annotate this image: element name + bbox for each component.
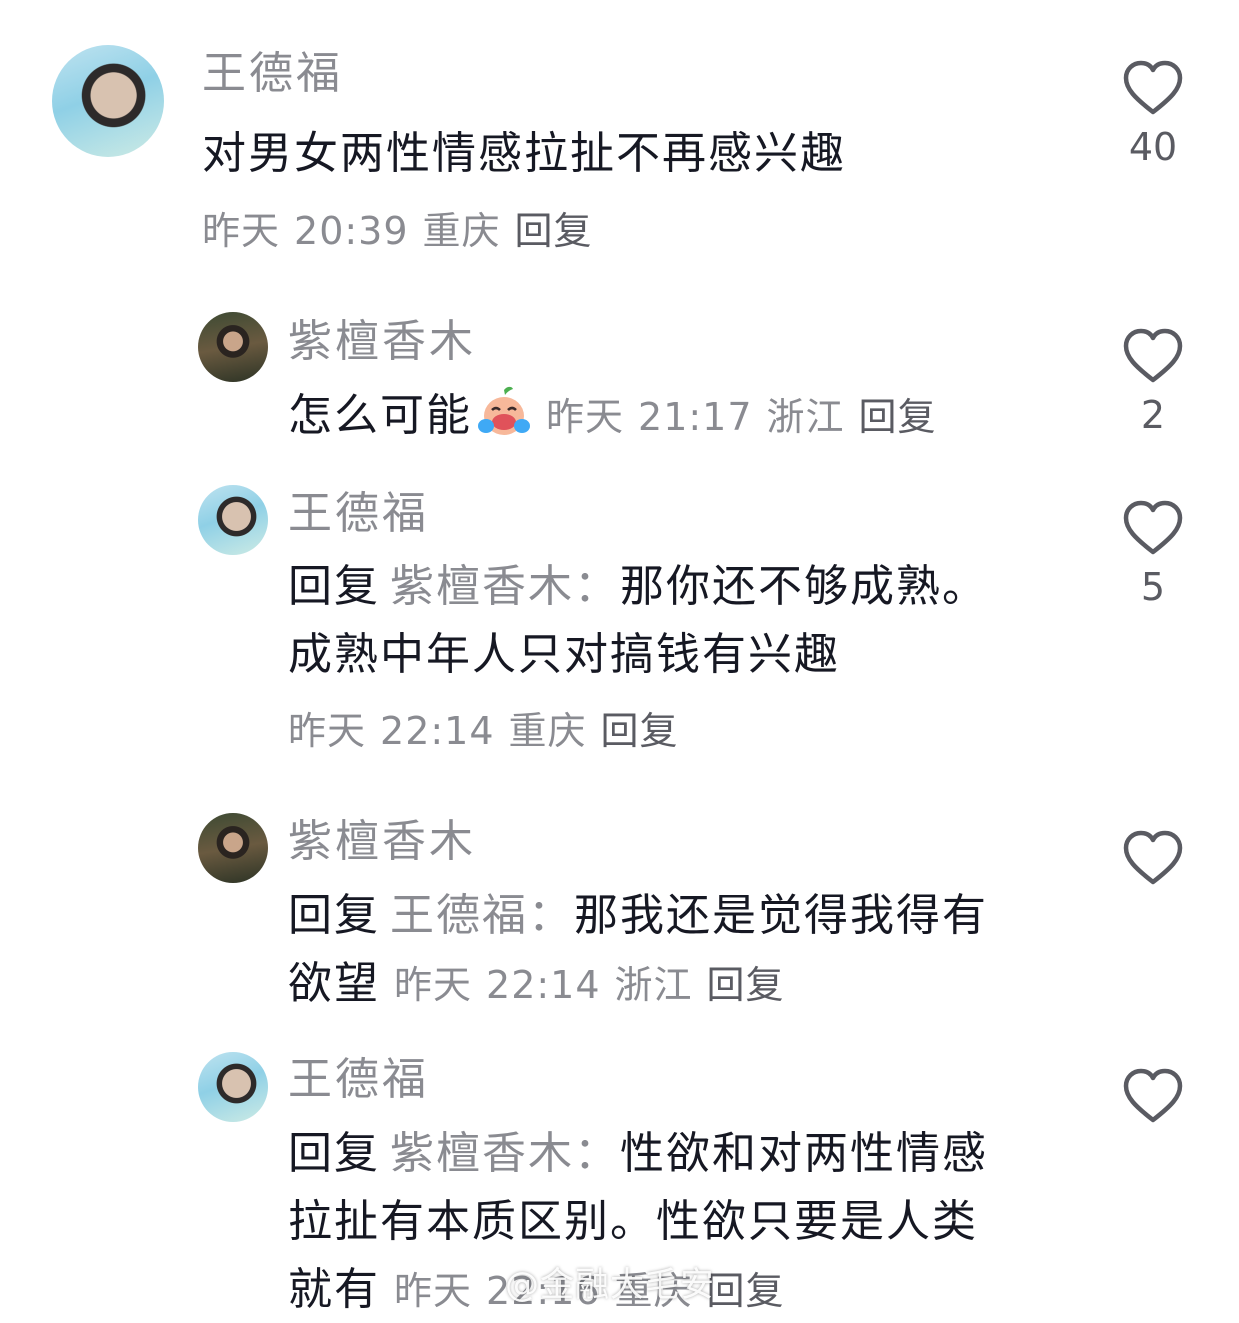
comment-text-part: 就有	[288, 1264, 380, 1315]
reply-prefix: 回复	[288, 890, 380, 941]
comment-meta: 昨天 20:39 重庆 回复	[202, 212, 607, 250]
comment-location: 浙江	[614, 963, 693, 1007]
like-button[interactable]: 2	[1118, 326, 1188, 434]
comment-author[interactable]: 王德福	[288, 1058, 429, 1102]
comment-date: 昨天	[288, 709, 367, 753]
reply-button[interactable]: 回复	[515, 209, 593, 253]
comment-date: 昨天	[546, 395, 625, 439]
comment-text: 怎么可能	[288, 390, 472, 441]
comment-text-line: 成熟中年人只对搞钱有兴趣	[288, 629, 840, 680]
laughing-tears-emoji-icon	[478, 386, 530, 435]
comment-time: 22:14	[380, 709, 495, 753]
avatar[interactable]	[52, 45, 164, 157]
reply-target[interactable]: 紫檀香木：	[390, 561, 620, 612]
comment-author[interactable]: 紫檀香木	[288, 820, 476, 864]
reply-button[interactable]: 回复	[601, 709, 679, 753]
comment-text-line: 回复 紫檀香木：性欲和对两性情感	[288, 1120, 988, 1188]
comment-text: 对男女两性情感拉扯不再感兴趣	[202, 128, 846, 179]
comment-text-part: 欲望	[288, 958, 380, 1009]
avatar[interactable]	[198, 312, 268, 382]
comment-text-line: 回复 紫檀香木：那你还不够成熟。	[288, 553, 988, 621]
like-button[interactable]: 40	[1118, 58, 1188, 166]
comment-location: 重庆	[422, 209, 501, 253]
like-button[interactable]	[1118, 828, 1188, 888]
like-button[interactable]	[1118, 1066, 1188, 1126]
reply-button[interactable]: 回复	[707, 1269, 785, 1313]
avatar[interactable]	[198, 485, 268, 555]
heart-icon	[1123, 500, 1183, 555]
comment-time: 21:17	[638, 395, 753, 439]
like-button[interactable]: 5	[1118, 498, 1188, 606]
comment-author[interactable]: 王德福	[288, 492, 429, 536]
comment-date: 昨天	[202, 209, 281, 253]
comment-location: 浙江	[766, 395, 845, 439]
heart-icon	[1123, 1068, 1183, 1123]
reply-prefix: 回复	[288, 561, 380, 612]
comment-time: 22:14	[486, 963, 601, 1007]
comment-meta: 昨天 22:14 重庆 回复	[288, 712, 693, 750]
comment-author[interactable]: 王德福	[202, 52, 343, 96]
comment-text-part: 性欲和对两性情感	[620, 1128, 988, 1179]
reply-target[interactable]: 王德福：	[390, 890, 574, 941]
avatar[interactable]	[198, 1052, 268, 1122]
comment-text: 回复 紫檀香木：那你还不够成熟。 成熟中年人只对搞钱有兴趣	[288, 553, 988, 689]
heart-icon	[1123, 328, 1183, 383]
comment-time: 20:39	[294, 209, 409, 253]
comment-author[interactable]: 紫檀香木	[288, 320, 476, 364]
comment-text-line: 欲望 昨天 22:14 浙江 回复	[288, 950, 988, 1019]
watermark: @金融大毛安	[505, 1265, 715, 1305]
comment-meta: 昨天 22:14 浙江 回复	[394, 963, 799, 1007]
comment-text-line: 拉扯有本质区别。性欲只要是人类	[288, 1196, 978, 1247]
reply-prefix: 回复	[288, 1128, 380, 1179]
comment-date: 昨天	[394, 1269, 473, 1313]
avatar[interactable]	[198, 813, 268, 883]
reply-button[interactable]: 回复	[707, 963, 785, 1007]
reply-button[interactable]: 回复	[859, 395, 937, 439]
heart-icon	[1123, 60, 1183, 115]
heart-icon	[1123, 830, 1183, 885]
like-count: 2	[1140, 393, 1166, 437]
reply-target[interactable]: 紫檀香木：	[390, 1128, 620, 1179]
comment-text-part: 那你还不够成熟。	[620, 561, 988, 612]
comment-date: 昨天	[394, 963, 473, 1007]
comment-text: 回复 王德福：那我还是觉得我得有 欲望 昨天 22:14 浙江 回复	[288, 882, 988, 1019]
like-count: 40	[1128, 125, 1178, 169]
comment-text-part: 那我还是觉得我得有	[574, 890, 988, 941]
comment-text-line: 回复 王德福：那我还是觉得我得有	[288, 882, 988, 950]
comment-location: 重庆	[508, 709, 587, 753]
like-count: 5	[1140, 565, 1166, 609]
comment-text-row: 怎么可能 昨天 21:17 浙江 回复	[288, 382, 951, 451]
comment-meta: 昨天 21:17 浙江 回复	[546, 395, 951, 439]
